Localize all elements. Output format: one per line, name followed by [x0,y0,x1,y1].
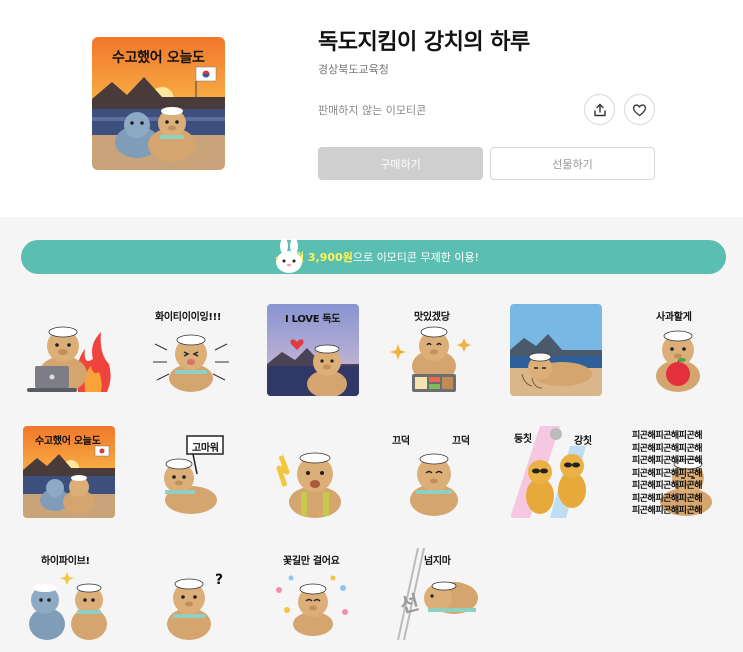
sticker-caption: 수고했어 오늘도 [35,436,101,447]
sticker-caption: 둥칫 [514,434,532,445]
heart-icon [632,103,647,116]
sticker-question[interactable]: ? [145,548,237,640]
sticker-fighting[interactable]: 화이티이이잉!!! [145,304,237,396]
sticker-caption: 화이티이이잉!!! [155,312,222,323]
product-title: 독도지킴이 강치의 하루 [318,30,530,55]
sticker-caption: 끄덕 [392,436,410,447]
sticker-i-love-dokdo[interactable]: I LOVE 독도 [267,304,359,396]
sticker-caption: 넘지마 [424,556,451,567]
publisher-name[interactable]: 경상북도교육청 [318,61,389,77]
sticker-caption-right: 강칫 [574,436,592,447]
buy-button[interactable]: 구매하기 [318,147,483,180]
product-header: 수고했어 오늘도 독도지킴이 강치의 하루 경상북도교육청 판매하지 않는 이모… [0,0,743,217]
sticker-caption: 꽃길만 걸어요 [283,556,340,567]
share-icon [593,103,606,116]
thumbnail-caption: 수고했어 오늘도 [112,50,205,66]
rabbit-mascot-icon [275,238,304,273]
sticker-dont-cross[interactable]: 넘지마 선 [388,548,480,640]
sticker-caption: 고마워 [192,443,219,454]
sticker-apology[interactable]: 사과할게 [632,304,724,396]
sticker-nod[interactable]: 끄덕 끄덕 [388,426,480,518]
sticker-good-job[interactable]: 수고했어 오늘도 [23,426,115,518]
like-button[interactable] [624,94,655,125]
sticker-delicious[interactable]: 맛있겠당 [388,304,480,396]
sticker-caption: 사과할게 [656,312,692,323]
share-button[interactable] [584,94,615,125]
sticker-high-five[interactable]: 하이파이브! [23,548,115,640]
sticker-caption: I LOVE 독도 [285,314,341,325]
sticker-section: 월 3,900원으로 이모티콘 무제한 이용! 화이티이이잉!!! I LOVE… [0,217,743,652]
sale-notice: 판매하지 않는 이모티콘 [318,104,427,117]
sticker-caption: ? [215,572,223,588]
sticker-shocked[interactable] [267,426,359,518]
sticker-caption: 하이파이브! [41,556,90,567]
sticker-thanks[interactable]: 고마워 [145,426,237,518]
sticker-beach-sleep[interactable] [510,304,602,396]
sticker-laptop-fire[interactable] [23,304,115,396]
product-thumbnail: 수고했어 오늘도 [92,37,225,170]
sticker-flower-road[interactable]: 꽃길만 걸어요 [267,548,359,640]
sticker-tired[interactable]: 피곤해피곤해피곤해 피곤해피곤해피곤해 피곤해피곤해피곤해 피곤해피곤해피곤해 … [632,426,724,518]
sticker-caption-right: 끄덕 [452,436,470,447]
promo-text: 으로 이모티콘 무제한 이용! [352,251,480,264]
sticker-tired-text: 피곤해피곤해피곤해 피곤해피곤해피곤해 피곤해피곤해피곤해 피곤해피곤해피곤해 … [632,431,703,516]
subscription-banner[interactable]: 월 3,900원으로 이모티콘 무제한 이용! [21,238,726,274]
sticker-dance[interactable]: 둥칫 강칫 [510,426,602,518]
gift-button[interactable]: 선물하기 [490,147,655,180]
sticker-caption: 맛있겠당 [414,312,450,323]
